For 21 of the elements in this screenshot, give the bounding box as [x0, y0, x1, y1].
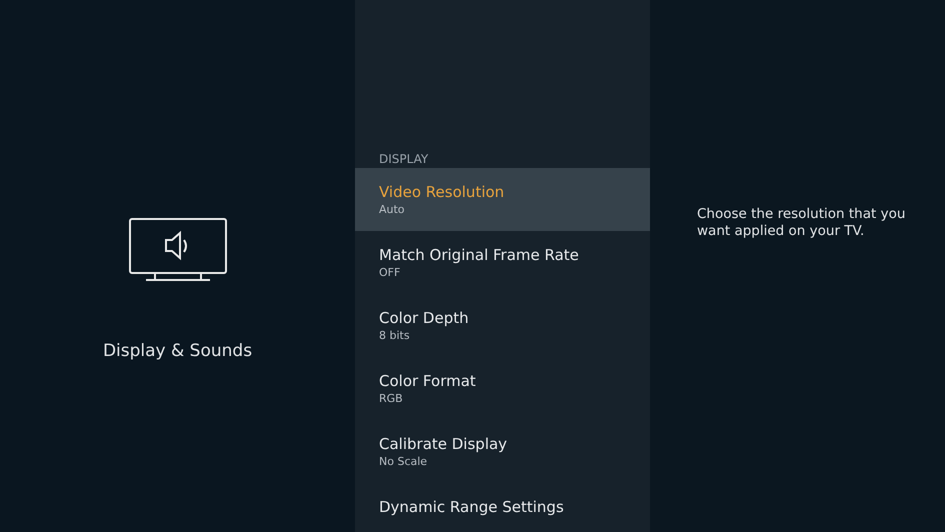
menu-item[interactable]: Match Original Frame Rate OFF [355, 231, 650, 294]
description-text: Choose the resolution that you want applied on your TV. [697, 206, 906, 240]
item-title: Color Depth [379, 308, 470, 328]
category-title: Display & Sounds [102, 340, 252, 363]
item-title: Match Original Frame Rate [379, 245, 580, 265]
item-title: Calibrate Display [379, 434, 508, 454]
item-title: Dynamic Range Settings [379, 497, 565, 517]
item-title: Video Resolution [379, 182, 506, 202]
menu-item[interactable]: Dynamic Range Settings [355, 483, 650, 532]
item-title: Color Format [379, 371, 477, 391]
menu-item[interactable]: Color Format RGB [355, 357, 650, 420]
tv-speaker-icon [128, 218, 226, 282]
item-value: Auto [379, 202, 406, 218]
item-value: No Scale [379, 454, 428, 470]
menu-item[interactable]: Video Resolution Auto [355, 168, 650, 231]
menu-item[interactable]: Calibrate Display No Scale [355, 420, 650, 483]
item-value: 8 bits [379, 328, 411, 344]
item-value: OFF [379, 265, 402, 281]
item-value: RGB [379, 391, 404, 407]
section-header: DISPLAY [378, 151, 430, 168]
menu-item[interactable]: Color Depth 8 bits [355, 294, 650, 357]
